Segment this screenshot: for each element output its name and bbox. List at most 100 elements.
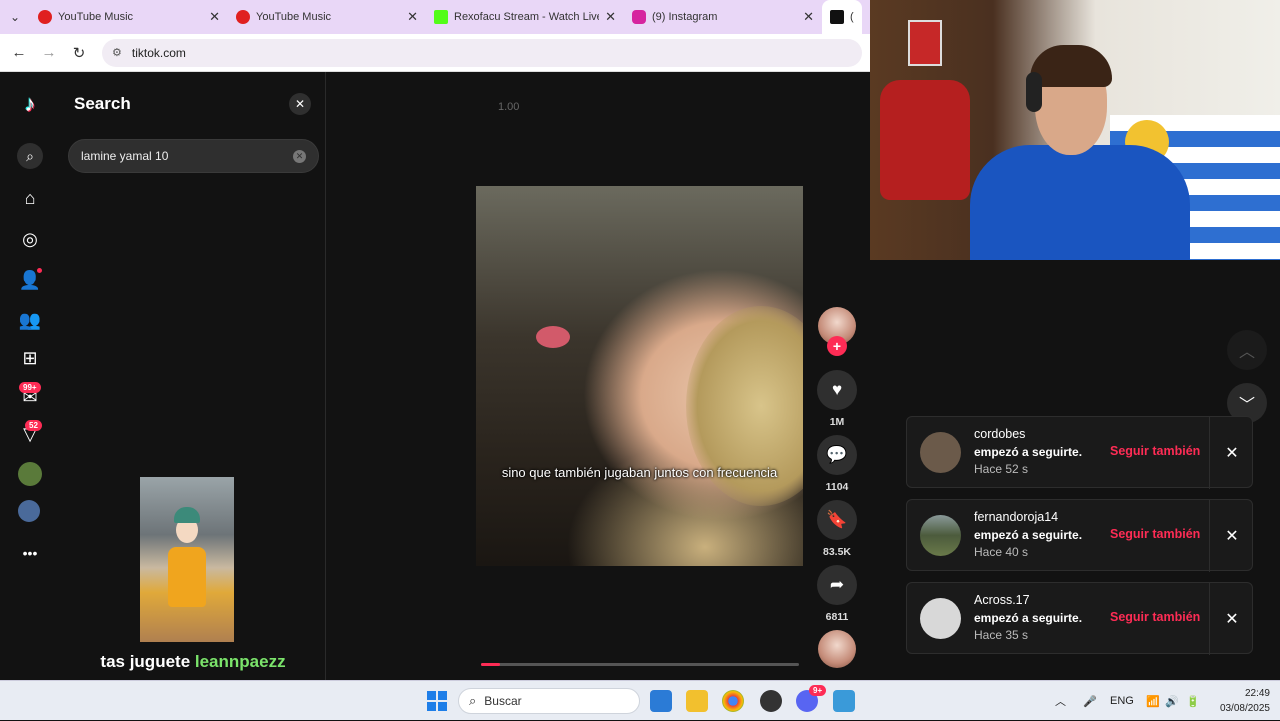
- search-result-thumbnail[interactable]: [140, 477, 234, 642]
- obs-icon[interactable]: [760, 690, 782, 712]
- thumbnail-figure-hat: [174, 507, 200, 523]
- more-icon[interactable]: •••: [18, 541, 42, 565]
- progress-fill: [481, 663, 501, 666]
- activity-badge: 52: [25, 420, 42, 431]
- discord-badge: 9+: [809, 685, 827, 696]
- dismiss-notification-icon[interactable]: ✕: [1209, 500, 1254, 572]
- result-caption: tas juguete leannpaezz: [60, 652, 326, 672]
- friends-icon[interactable]: 👥: [18, 308, 42, 332]
- explore-icon[interactable]: ◎: [18, 227, 42, 251]
- comment-count: 1104: [825, 481, 849, 493]
- video-frame-detail: [536, 326, 570, 348]
- browser-tab[interactable]: YouTube Music ✕: [228, 0, 426, 34]
- notification-time: Hace 35 s: [974, 628, 1029, 642]
- vscode-icon[interactable]: [650, 690, 672, 712]
- volume-icon[interactable]: 🔊: [1165, 681, 1179, 721]
- bookmark-icon[interactable]: 🔖: [817, 500, 857, 540]
- site-info-icon[interactable]: ⚙: [112, 46, 122, 59]
- music-disc-avatar[interactable]: [818, 630, 856, 668]
- live-avatar[interactable]: [18, 500, 40, 522]
- playback-speed[interactable]: 1.00: [498, 101, 519, 113]
- wall-poster: [908, 20, 942, 66]
- follow-back-button[interactable]: Seguir también: [1110, 527, 1200, 541]
- avatar[interactable]: [920, 515, 961, 556]
- dismiss-notification-icon[interactable]: ✕: [1209, 417, 1254, 489]
- video-subtitle: sino que también jugaban juntos con frec…: [501, 465, 778, 480]
- notification-user[interactable]: cordobes: [974, 427, 1025, 441]
- tiktok-logo-icon[interactable]: ♪: [18, 91, 42, 116]
- kick-icon: [434, 10, 448, 24]
- video-progress-bar[interactable]: [481, 663, 799, 666]
- taskbar-search[interactable]: ⌕ Buscar: [458, 688, 640, 714]
- close-search-icon[interactable]: ✕: [289, 93, 311, 115]
- notification-message: empezó a seguirte.: [974, 611, 1083, 625]
- browser-tab[interactable]: Rexofacu Stream - Watch Live o ✕: [426, 0, 624, 34]
- search-icon[interactable]: ⌕: [17, 143, 43, 169]
- browser-tab-active[interactable]: (99: [822, 0, 862, 34]
- avatar[interactable]: [920, 598, 961, 639]
- tab-title: Rexofacu Stream - Watch Live o: [454, 11, 600, 23]
- dismiss-notification-icon[interactable]: ✕: [1209, 583, 1254, 655]
- upload-icon[interactable]: ⊞: [18, 346, 42, 370]
- forward-icon[interactable]: →: [34, 44, 64, 61]
- follow-back-button[interactable]: Seguir también: [1110, 444, 1200, 458]
- video-player[interactable]: sino que también jugaban juntos con frec…: [476, 186, 803, 566]
- left-nav-rail: ♪ ⌕ ⌂ ◎ 👤 👥 ⊞ ✉ 99+ ▽ 52 •••: [0, 72, 60, 680]
- taskbar-search-placeholder: Buscar: [484, 694, 522, 708]
- wifi-icon[interactable]: 📶: [1146, 681, 1160, 721]
- tab-search-menu-icon[interactable]: ⌄: [0, 0, 30, 34]
- tab-title: (9) Instagram: [652, 11, 718, 23]
- previous-video-icon[interactable]: ︿: [1227, 330, 1267, 370]
- close-tab-icon[interactable]: ✕: [407, 9, 418, 25]
- language-indicator[interactable]: ENG: [1110, 681, 1134, 721]
- browser-tab[interactable]: YouTube Music ✕: [30, 0, 228, 34]
- clock-date: 03/08/2025: [1219, 703, 1270, 714]
- notification-user[interactable]: Across.17: [974, 593, 1030, 607]
- follow-plus-icon[interactable]: +: [827, 336, 847, 356]
- battery-icon[interactable]: 🔋: [1186, 681, 1200, 721]
- inbox-badge: 99+: [19, 382, 41, 393]
- url-field[interactable]: ⚙ tiktok.com: [102, 38, 862, 67]
- reload-icon[interactable]: ↻: [64, 44, 94, 62]
- follow-back-button[interactable]: Seguir también: [1110, 610, 1200, 624]
- browser-tab[interactable]: (9) Instagram ✕: [624, 0, 822, 34]
- windows-taskbar: ⌕ Buscar 9+ ︿ 🎤 ENG 📶 🔊 🔋 22:49 03/08/20…: [0, 680, 1280, 720]
- youtube-music-icon: [236, 10, 250, 24]
- notification-user[interactable]: fernandoroja14: [974, 510, 1058, 524]
- streamer-hair: [1030, 45, 1112, 87]
- search-icon: ⌕: [469, 693, 477, 708]
- search-query: lamine yamal 10: [81, 149, 169, 163]
- notification-dot: [37, 268, 42, 273]
- follow-notification: fernandoroja14 empezó a seguirte. Hace 4…: [906, 499, 1254, 572]
- tiktok-app: ♪ ⌕ ⌂ ◎ 👤 👥 ⊞ ✉ 99+ ▽ 52 ••• Search ✕ la…: [0, 72, 870, 680]
- clear-search-icon[interactable]: ✕: [293, 150, 306, 163]
- home-icon[interactable]: ⌂: [18, 186, 42, 210]
- notification-message: empezó a seguirte.: [974, 445, 1083, 459]
- headset: [1026, 72, 1042, 112]
- start-icon[interactable]: [427, 691, 447, 711]
- avatar[interactable]: [920, 432, 961, 473]
- close-tab-icon[interactable]: ✕: [209, 9, 220, 25]
- notification-message: empezó a seguirte.: [974, 528, 1083, 542]
- show-hidden-icons[interactable]: ︿: [1055, 681, 1066, 721]
- profile-avatar[interactable]: [18, 462, 42, 486]
- file-explorer-icon[interactable]: [686, 690, 708, 712]
- close-tab-icon[interactable]: ✕: [803, 9, 814, 25]
- red-armchair: [880, 80, 970, 200]
- chrome-icon[interactable]: [722, 690, 744, 712]
- youtube-music-icon: [38, 10, 52, 24]
- tab-title: YouTube Music: [256, 11, 332, 23]
- photos-icon[interactable]: [833, 690, 855, 712]
- system-clock[interactable]: 22:49 03/08/2025: [1208, 686, 1270, 716]
- follow-notification: Across.17 empezó a seguirte. Hace 35 s S…: [906, 582, 1254, 655]
- comment-icon[interactable]: 💬: [817, 435, 857, 475]
- microphone-icon[interactable]: 🎤: [1083, 681, 1097, 721]
- caption-username[interactable]: leannpaezz: [195, 652, 286, 671]
- video-feed: 1.00 sino que también jugaban juntos con…: [326, 72, 870, 680]
- like-icon[interactable]: ♥: [817, 370, 857, 410]
- back-icon[interactable]: ←: [4, 44, 34, 61]
- caption-text: tas juguete: [100, 652, 195, 671]
- close-tab-icon[interactable]: ✕: [605, 9, 616, 25]
- search-input[interactable]: lamine yamal 10 ✕: [68, 139, 319, 173]
- share-icon[interactable]: ➦: [817, 565, 857, 605]
